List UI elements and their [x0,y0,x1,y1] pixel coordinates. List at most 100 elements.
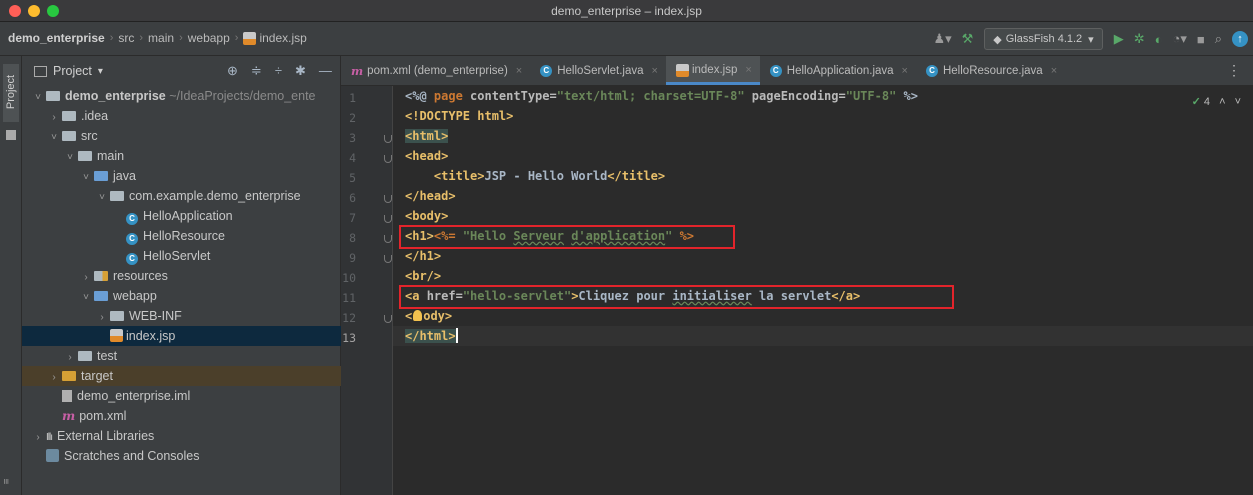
fold-marker-icon[interactable] [384,155,392,163]
project-tool-window-button[interactable]: Project [3,64,19,122]
fold-marker-icon[interactable] [384,315,392,323]
code-line-12: < ody> [405,309,453,323]
build-hammer-icon[interactable]: ⚒ [962,31,974,47]
tree-item-main[interactable]: ˅ main [22,146,341,166]
tab-helloservlet[interactable]: C HelloServlet.java × [530,56,666,85]
chevron-right-icon: › [139,32,144,44]
breadcrumb-src[interactable]: src [118,31,134,45]
project-tool-window-label: Project [5,74,17,110]
tree-item-src[interactable]: ˅ src [22,126,341,146]
iml-file-icon [62,390,72,402]
line-number: 11 [342,291,356,305]
tab-helloresource[interactable]: C HelloResource.java × [916,56,1065,85]
profile-icon[interactable]: ◔▾ [1172,31,1186,47]
coverage-icon[interactable]: ◐ [1155,32,1163,47]
chevron-down-icon[interactable]: ˅ [78,288,94,308]
window-title: demo_enterprise – index.jsp [551,4,702,18]
folder-icon [110,311,124,321]
red-highlight-box [399,225,735,249]
tab-index-jsp[interactable]: index.jsp × [665,56,760,85]
chevron-up-icon[interactable]: ˄ [1219,96,1225,108]
chevron-right-icon[interactable]: › [78,268,94,288]
chevron-down-icon[interactable]: ˅ [46,128,62,148]
line-number: 6 [349,191,356,205]
user-icon[interactable]: ♟▾ [933,31,951,47]
line-number-current: 13 [342,331,356,345]
tree-item-pom[interactable]: m pom.xml [22,406,341,426]
close-tab-icon[interactable]: × [516,65,522,77]
fold-marker-icon[interactable] [384,255,392,263]
tree-item-helloservlet[interactable]: C HelloServlet [22,246,341,266]
module-folder-icon [46,91,60,101]
more-tabs-icon[interactable]: ⋮ [1215,56,1253,85]
collapse-all-icon[interactable]: ÷ [275,63,282,79]
project-view-selector[interactable]: Project [53,64,92,78]
tree-item-helloresource[interactable]: C HelloResource [22,226,341,246]
update-icon[interactable]: ↑ [1232,31,1248,47]
chevron-down-icon[interactable]: ˅ [78,168,94,188]
fold-marker-icon[interactable] [384,135,392,143]
tree-item-scratches[interactable]: Scratches and Consoles [22,446,341,466]
inspection-widget[interactable]: ✓ 4 ˄ ˅ [1192,95,1241,108]
tree-item-index-jsp[interactable]: index.jsp [22,326,341,346]
class-icon: C [126,233,138,245]
tree-item-helloapplication[interactable]: C HelloApplication [22,206,341,226]
chevron-right-icon[interactable]: › [46,108,62,128]
folder-icon [78,351,92,361]
tree-item-java[interactable]: ˅ java [22,166,341,186]
chevron-right-icon[interactable]: › [62,348,78,368]
hide-panel-icon[interactable]: — [319,63,332,79]
fold-marker-icon[interactable] [384,235,392,243]
run-configuration-select[interactable]: ◆ GlassFish 4.1.2 ▾ [984,28,1103,50]
stop-icon[interactable]: ■ [1197,32,1205,47]
run-icon[interactable]: ▶ [1114,31,1124,47]
breadcrumb-main[interactable]: main [148,31,174,45]
resources-folder-icon [94,271,108,281]
tree-item-webapp[interactable]: ˅ webapp [22,286,341,306]
close-tab-icon[interactable]: × [652,65,658,77]
tree-item-idea[interactable]: › .idea [22,106,341,126]
code-editor[interactable]: <%@ page contentType="text/html; charset… [393,86,1253,495]
tree-item-demo-enterprise[interactable]: ˅ demo_enterprise ~/IdeaProjects/demo_ent… [22,86,341,106]
tree-item-web-inf[interactable]: › WEB-INF [22,306,341,326]
tree-item-iml[interactable]: demo_enterprise.iml [22,386,341,406]
locate-file-icon[interactable]: ⊕ [227,63,238,79]
search-icon[interactable]: ⌕ [1215,31,1222,47]
chevron-down-icon[interactable]: ▾ [98,66,103,77]
chevron-right-icon[interactable]: › [94,308,110,328]
close-tab-icon[interactable]: × [745,64,751,76]
chevron-right-icon[interactable]: › [46,368,62,388]
close-tab-icon[interactable]: × [902,65,908,77]
chevron-down-icon[interactable]: ˅ [1235,96,1241,108]
tab-pom-xml[interactable]: m pom.xml (demo_enterprise) × [341,56,530,85]
fold-marker-icon[interactable] [384,215,392,223]
structure-icon[interactable] [6,130,16,140]
chevron-down-icon[interactable]: ˅ [94,188,110,208]
expand-all-icon[interactable]: ≑ [251,63,262,79]
favorites-icon[interactable]: ≡ [1,479,12,485]
close-tab-icon[interactable]: × [1051,65,1057,77]
fold-marker-icon[interactable] [384,195,392,203]
tree-item-target[interactable]: › target [22,366,341,386]
toolbar-actions: ♟▾ ⚒ ◆ GlassFish 4.1.2 ▾ ▶ ✲ ◐ ◔▾ ■ ⌕ ↑ [928,28,1253,50]
chevron-right-icon[interactable]: › [30,428,46,448]
tree-item-test[interactable]: › test [22,346,341,366]
title-bar: demo_enterprise – index.jsp [0,0,1253,22]
tree-item-resources[interactable]: › resources [22,266,341,286]
breadcrumb-file[interactable]: index.jsp [259,31,306,45]
line-number: 5 [349,171,356,185]
chevron-down-icon[interactable]: ˅ [30,88,46,108]
tree-item-external-libraries[interactable]: › Illı External Libraries [22,426,341,446]
breadcrumb-project[interactable]: demo_enterprise [8,31,105,45]
chevron-down-icon[interactable]: ˅ [62,148,78,168]
gear-icon[interactable]: ✱ [295,63,306,79]
line-number: 8 [349,231,356,245]
tree-item-package[interactable]: ˅ com.example.demo_enterprise [22,186,341,206]
debug-icon[interactable]: ✲ [1134,31,1145,47]
intention-bulb-icon[interactable] [413,310,423,321]
tab-helloapplication[interactable]: C HelloApplication.java × [760,56,916,85]
class-icon: C [126,213,138,225]
code-line-2: <!DOCTYPE html> [405,109,514,123]
breadcrumb-webapp[interactable]: webapp [188,31,230,45]
line-number-gutter: 1 2 3 4 5 6 7 8 9 10 11 12 13 [341,86,393,495]
